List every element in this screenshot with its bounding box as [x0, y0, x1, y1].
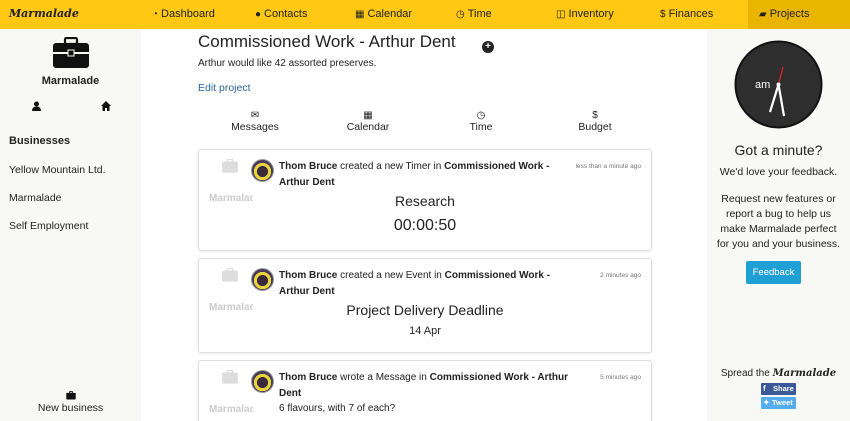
nav-dashboard[interactable]: ◔ Dashboard — [152, 0, 215, 29]
timer-duration: 00:00:50 — [393, 217, 457, 234]
tab-messages-label: Messages — [231, 121, 279, 133]
clock-widget: am — [734, 40, 823, 129]
feed-user[interactable]: Thom Bruce — [279, 161, 337, 172]
avatar[interactable] — [251, 370, 274, 393]
feedback-button[interactable]: Feedback — [746, 261, 801, 284]
feed-timestamp: 2 minutes ago — [600, 272, 641, 279]
feed-user[interactable]: Thom Bruce — [279, 372, 337, 383]
business-name: Marmalade — [41, 75, 100, 87]
calendar-icon: ▦ — [355, 9, 365, 20]
nav-time-label: Time — [467, 8, 492, 20]
event-title: Project Delivery Deadline — [346, 302, 504, 318]
feed-business-name: Marmalade — [209, 404, 253, 415]
twitter-tweet-button[interactable]: ✦ Tweet — [761, 397, 796, 409]
feed-timestamp: 5 minutes ago — [600, 374, 641, 381]
spread-brand: Marmalade — [772, 368, 837, 379]
avatar[interactable] — [251, 268, 274, 291]
tab-budget-label: Budget — [578, 121, 612, 133]
business-link-marmalade[interactable]: Marmalade — [9, 192, 62, 204]
tweet-label: Tweet — [772, 398, 793, 407]
feed-summary: Thom Bruce created a new Timer in Commis… — [279, 159, 569, 191]
feedback-subtitle: We'd love your feedback. — [719, 166, 838, 178]
feedback-body: Request new features or report a bug to … — [716, 193, 841, 250]
clock-icon: ◷ — [476, 110, 486, 121]
folder-open-icon: ▰ — [759, 9, 767, 20]
add-icon[interactable]: + — [482, 41, 494, 53]
user-icon[interactable] — [32, 101, 41, 114]
clock-am-label: am — [755, 79, 770, 91]
briefcase-icon — [53, 37, 89, 68]
feed-action: wrote a Message in — [340, 372, 427, 383]
spread-prefix: Spread the — [720, 368, 770, 379]
cube-icon: ◫ — [556, 9, 566, 20]
clock-icon: ◷ — [456, 9, 465, 20]
project-description: Arthur would like 42 assorted preserves. — [198, 58, 377, 69]
tab-time-label: Time — [469, 121, 493, 133]
briefcase-icon — [222, 268, 238, 282]
right-sidebar: am Got a minute? We'd love your feedback… — [707, 29, 850, 421]
feed-user[interactable]: Thom Bruce — [279, 270, 337, 281]
twitter-icon: ✦ — [763, 398, 770, 407]
tab-calendar-label: Calendar — [346, 121, 390, 133]
briefcase-icon — [65, 391, 76, 400]
spread-the-word: Spread the Marmalade — [707, 368, 850, 379]
businesses-heading: Businesses — [9, 135, 71, 147]
nav-inventory[interactable]: ◫ Inventory — [556, 0, 614, 29]
nav-contacts[interactable]: ● Contacts — [255, 0, 307, 29]
nav-projects[interactable]: ▰ Projects — [748, 0, 850, 29]
brand-logo[interactable]: Marmalade — [9, 7, 79, 20]
new-business-button[interactable]: New business — [0, 391, 141, 414]
dashboard-icon: ◔ — [152, 9, 159, 20]
avatar[interactable] — [251, 159, 274, 182]
feed-item: Marmalade Thom Bruce created a new Timer… — [198, 149, 652, 251]
dollar-icon: $ — [592, 110, 598, 121]
nav-projects-label: Projects — [769, 8, 810, 20]
message-text: 6 flavours, with 7 of each? — [279, 403, 396, 414]
new-business-label: New business — [37, 402, 104, 414]
nav-calendar[interactable]: ▦ Calendar — [355, 0, 412, 29]
briefcase-icon — [222, 159, 238, 173]
business-link-yellow-mountain[interactable]: Yellow Mountain Ltd. — [9, 164, 106, 176]
user-icon: ● — [255, 9, 262, 20]
nav-dashboard-label: Dashboard — [161, 8, 215, 20]
main-content: Commissioned Work - Arthur Dent + Arthur… — [141, 29, 707, 421]
dollar-icon: $ — [660, 9, 666, 20]
tab-calendar[interactable]: ▦ Calendar — [328, 110, 408, 133]
nav-finances-label: Finances — [668, 8, 714, 20]
tab-time[interactable]: ◷ Time — [441, 110, 521, 133]
facebook-share-button[interactable]: f Share — [761, 383, 796, 395]
tab-messages[interactable]: ✉ Messages — [215, 110, 295, 133]
nav-contacts-label: Contacts — [264, 8, 308, 20]
feed-summary: Thom Bruce wrote a Message in Commission… — [279, 370, 569, 402]
feed-item: Marmalade Thom Bruce created a new Event… — [198, 258, 652, 353]
facebook-icon: f — [763, 384, 766, 393]
nav-finances[interactable]: $ Finances — [660, 0, 713, 29]
briefcase-icon — [222, 370, 238, 384]
timer-title: Research — [395, 193, 455, 209]
business-link-self-employment[interactable]: Self Employment — [9, 220, 88, 232]
nav-calendar-label: Calendar — [367, 8, 413, 20]
feed-action: created a new Timer in — [340, 161, 442, 172]
feedback-title: Got a minute? — [734, 142, 823, 158]
tab-budget[interactable]: $ Budget — [555, 110, 635, 133]
project-title: Commissioned Work - Arthur Dent — [198, 32, 456, 51]
feed-summary: Thom Bruce created a new Event in Commis… — [279, 268, 569, 300]
envelope-icon: ✉ — [250, 110, 260, 121]
share-label: Share — [773, 384, 794, 393]
home-icon[interactable] — [101, 101, 111, 114]
event-date: 14 Apr — [409, 325, 441, 337]
top-nav: Marmalade ◔ Dashboard ● Contacts ▦ Calendar… — [0, 0, 850, 29]
left-sidebar: Marmalade Businesses Yellow Mountain Ltd… — [0, 29, 141, 421]
calendar-icon: ▦ — [363, 110, 373, 121]
feed-timestamp: less than a minute ago — [575, 163, 641, 170]
feed-item: Marmalade Thom Bruce wrote a Message in … — [198, 360, 652, 421]
edit-project-link[interactable]: Edit project — [198, 82, 251, 94]
feed-action: created a new Event in — [340, 270, 442, 281]
nav-time[interactable]: ◷ Time — [456, 0, 492, 29]
nav-inventory-label: Inventory — [568, 8, 614, 20]
